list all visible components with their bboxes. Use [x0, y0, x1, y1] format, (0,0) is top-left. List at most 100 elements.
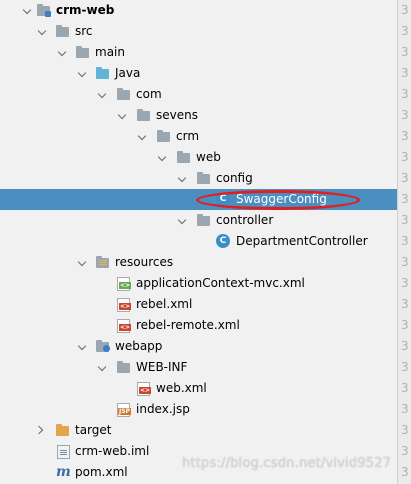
tree-item-web-inf[interactable]: WEB-INF — [0, 357, 398, 378]
gutter-number: 3 — [401, 402, 409, 416]
xml-file-icon: <> — [117, 298, 132, 312]
tree-item-label: web — [196, 150, 221, 164]
tree-item-webapp[interactable]: webapp — [0, 336, 398, 357]
chevron-down-icon[interactable] — [78, 336, 88, 357]
tree-item-label: pom.xml — [75, 465, 128, 479]
tree-item-label: rebel.xml — [136, 297, 193, 311]
tree-item-config[interactable]: config — [0, 168, 398, 189]
tree-item-label: WEB-INF — [136, 360, 188, 374]
tree-item-swaggerconfig[interactable]: C SwaggerConfig — [0, 189, 398, 210]
tree-item-label: webapp — [115, 339, 163, 353]
chevron-right-icon[interactable] — [36, 420, 46, 441]
jsp-file-icon: JSP — [117, 403, 131, 417]
chevron-down-icon[interactable] — [38, 21, 48, 42]
tree-item-crm[interactable]: crm — [0, 126, 398, 147]
folder-icon — [116, 357, 132, 378]
chevron-down-icon[interactable] — [78, 252, 88, 273]
gutter-number: 3 — [401, 87, 409, 101]
tree-item-label: index.jsp — [136, 402, 190, 416]
gutter-number: 3 — [401, 66, 409, 80]
tree-item-controller[interactable]: controller — [0, 210, 398, 231]
tree-item-label: src — [75, 24, 93, 38]
editor-gutter: 3 3 3 3 3 3 3 3 3 3 3 3 3 3 3 3 3 3 3 3 … — [397, 0, 411, 484]
tree-item-label: DepartmentController — [236, 234, 368, 248]
tree-item-label: com — [136, 87, 162, 101]
tree-item-target[interactable]: target — [0, 420, 398, 441]
tree-item-label: config — [216, 171, 253, 185]
package-icon — [156, 126, 172, 147]
gutter-number: 3 — [401, 381, 409, 395]
tree-item-com[interactable]: com — [0, 84, 398, 105]
web-folder-icon — [95, 336, 111, 357]
chevron-down-icon[interactable] — [118, 105, 128, 126]
source-root-folder-icon — [95, 63, 111, 84]
tree-item-applicationcontext-mvc[interactable]: <> applicationContext-mvc.xml — [0, 273, 398, 294]
chevron-down-icon[interactable] — [158, 147, 168, 168]
gutter-number: 3 — [401, 423, 409, 437]
tree-item-label: crm-web.iml — [75, 444, 150, 458]
gutter-number: 3 — [401, 3, 409, 17]
resources-folder-icon — [95, 252, 111, 273]
gutter-number: 3 — [401, 255, 409, 269]
tree-item-label: crm — [176, 129, 200, 143]
maven-icon: m — [56, 464, 71, 480]
gutter-number: 3 — [401, 297, 409, 311]
gutter-number: 3 — [401, 465, 409, 479]
chevron-down-icon[interactable] — [98, 357, 108, 378]
package-icon — [116, 84, 132, 105]
iml-file-icon — [57, 445, 70, 459]
folder-icon — [55, 21, 71, 42]
gutter-number: 3 — [401, 444, 409, 458]
tree-item-label: crm-web — [56, 3, 115, 17]
tree-item-label: web.xml — [156, 381, 207, 395]
gutter-number: 3 — [401, 318, 409, 332]
tree-item-label: rebel-remote.xml — [136, 318, 240, 332]
spring-xml-icon: <> — [117, 277, 132, 291]
package-icon — [136, 105, 152, 126]
tree-item-crm-web[interactable]: crm-web — [0, 0, 398, 21]
tree-item-label: resources — [115, 255, 174, 269]
gutter-number: 3 — [401, 108, 409, 122]
tree-item-index-jsp[interactable]: JSP index.jsp — [0, 399, 398, 420]
tree-item-rebel-remote-xml[interactable]: <> rebel-remote.xml — [0, 315, 398, 336]
tree-item-src[interactable]: src — [0, 21, 398, 42]
gutter-number: 3 — [401, 339, 409, 353]
tree-item-resources[interactable]: resources — [0, 252, 398, 273]
chevron-down-icon[interactable] — [138, 126, 148, 147]
tree-item-departmentcontroller[interactable]: C DepartmentController — [0, 231, 398, 252]
package-icon — [196, 210, 212, 231]
gutter-number: 3 — [401, 24, 409, 38]
chevron-down-icon[interactable] — [78, 63, 88, 84]
tree-item-label: SwaggerConfig — [236, 192, 327, 206]
gutter-number: 3 — [401, 45, 409, 59]
tree-item-label: sevens — [156, 108, 198, 122]
gutter-number: 3 — [401, 192, 409, 206]
xml-file-icon: <> — [117, 319, 132, 333]
tree-item-rebel-xml[interactable]: <> rebel.xml — [0, 294, 398, 315]
tree-item-label: Java — [115, 66, 141, 80]
java-class-icon: C — [216, 192, 230, 206]
tree-item-sevens[interactable]: sevens — [0, 105, 398, 126]
chevron-down-icon[interactable] — [23, 0, 33, 21]
chevron-down-icon[interactable] — [58, 42, 68, 63]
tree-item-label: main — [95, 45, 125, 59]
watermark: https://blog.csdn.net/vivid9527 — [182, 456, 392, 471]
tree-item-java[interactable]: Java — [0, 63, 398, 84]
tree-item-web-xml[interactable]: <> web.xml — [0, 378, 398, 399]
gutter-number: 3 — [401, 150, 409, 164]
tree-item-main[interactable]: main — [0, 42, 398, 63]
tree-item-label: applicationContext-mvc.xml — [136, 276, 305, 290]
excluded-folder-icon — [55, 420, 71, 441]
gutter-number: 3 — [401, 171, 409, 185]
java-class-icon: C — [216, 234, 230, 248]
chevron-down-icon[interactable] — [98, 84, 108, 105]
tree-item-label: controller — [216, 213, 274, 227]
tree-item-web[interactable]: web — [0, 147, 398, 168]
chevron-down-icon[interactable] — [178, 210, 188, 231]
folder-icon — [75, 42, 91, 63]
chevron-down-icon[interactable] — [178, 168, 188, 189]
gutter-number: 3 — [401, 276, 409, 290]
project-tree: crm-web src main Java com sevens crm web — [0, 0, 398, 484]
package-icon — [196, 168, 212, 189]
gutter-number: 3 — [401, 234, 409, 248]
